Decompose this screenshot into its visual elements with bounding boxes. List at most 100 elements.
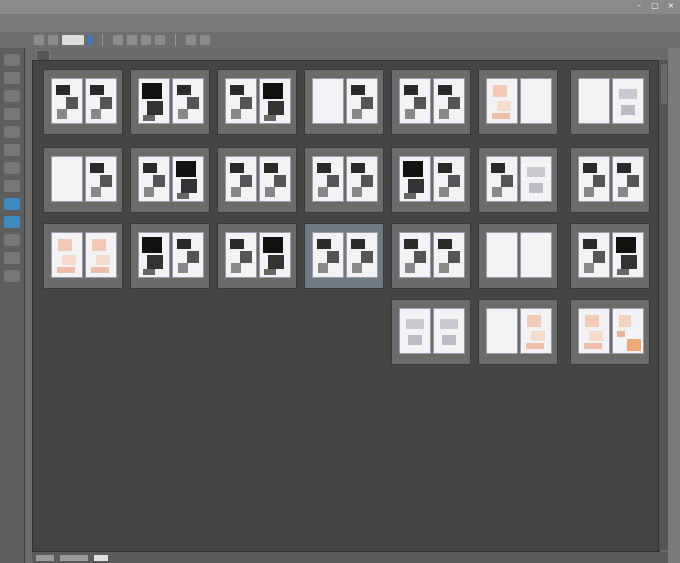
tool-button[interactable] [4,108,20,120]
page-thumbnail-right[interactable] [172,156,204,202]
page-spread-thumbnail[interactable] [304,223,384,289]
option-icon[interactable] [34,35,44,45]
page-thumbnail-right[interactable] [520,308,552,354]
page-thumbnail-left[interactable] [225,156,257,202]
page-thumbnail-right[interactable] [346,78,378,124]
page-thumbnail-left[interactable] [399,156,431,202]
page-thumbnail-right[interactable] [433,78,465,124]
option-icon[interactable] [48,35,58,45]
page-thumbnail-right[interactable] [172,232,204,278]
page-thumbnail-left[interactable] [399,232,431,278]
page-thumbnail-right[interactable] [433,156,465,202]
page-thumbnail-left[interactable] [312,156,344,202]
page-spread-thumbnail[interactable] [478,147,558,213]
tool-button[interactable] [4,72,20,84]
page-thumbnail-left[interactable] [399,78,431,124]
page-thumbnail-right[interactable] [612,232,644,278]
page-spread-thumbnail[interactable] [391,147,471,213]
page-thumbnail-left[interactable] [399,308,431,354]
page-spread-thumbnail[interactable] [130,223,210,289]
page-spread-thumbnail[interactable] [43,147,123,213]
page-spread-thumbnail[interactable] [478,69,558,135]
tool-button[interactable] [4,54,20,66]
page-thumbnail-right[interactable] [259,78,291,124]
tool-button[interactable] [4,162,20,174]
active-option-button[interactable] [62,35,84,45]
page-thumbnail-right[interactable] [346,232,378,278]
option-icon[interactable] [200,35,210,45]
tool-button[interactable] [4,234,20,246]
tool-button[interactable] [4,270,20,282]
active-tool-button[interactable] [4,198,20,210]
page-thumbnail-right[interactable] [520,78,552,124]
page-spread-thumbnail[interactable] [478,223,558,289]
page-spread-thumbnail[interactable] [391,299,471,365]
tool-button[interactable] [4,90,20,102]
tool-button[interactable] [4,126,20,138]
page-thumbnail-right[interactable] [346,156,378,202]
page-spread-thumbnail[interactable] [570,69,650,135]
page-spread-thumbnail[interactable] [478,299,558,365]
page-thumbnail-left[interactable] [486,232,518,278]
page-thumbnail-right[interactable] [85,78,117,124]
page-thumbnail-left[interactable] [225,78,257,124]
page-thumbnail-left[interactable] [578,308,610,354]
maximize-button[interactable]: □ [650,1,660,11]
scrollbar-thumb[interactable] [661,64,667,104]
page-thumbnail-right[interactable] [259,232,291,278]
page-thumbnail-right[interactable] [433,232,465,278]
page-thumbnail-left[interactable] [138,232,170,278]
page-spread-thumbnail[interactable] [130,147,210,213]
page-thumbnail-right[interactable] [433,308,465,354]
page-spread-thumbnail[interactable] [391,69,471,135]
page-thumbnail-left[interactable] [225,232,257,278]
page-thumbnail-left[interactable] [486,156,518,202]
option-icon[interactable] [141,35,151,45]
page-spread-thumbnail[interactable] [570,147,650,213]
option-icon[interactable] [186,35,196,45]
page-spread-thumbnail[interactable] [391,223,471,289]
page-thumbnail-left[interactable] [578,78,610,124]
page-spread-thumbnail[interactable] [304,147,384,213]
page-thumbnail-left[interactable] [51,78,83,124]
page-spread-thumbnail[interactable] [570,223,650,289]
page-thumbnail-right[interactable] [172,78,204,124]
page-thumbnail-right[interactable] [85,156,117,202]
page-spread-thumbnail[interactable] [217,223,297,289]
tool-button[interactable] [4,180,20,192]
page-thumbnail-left[interactable] [312,78,344,124]
color-indicator-icon[interactable] [88,35,92,45]
minimize-button[interactable]: – [634,1,644,11]
page-thumbnail-left[interactable] [312,232,344,278]
page-thumbnail-left[interactable] [51,232,83,278]
page-thumbnail-right[interactable] [85,232,117,278]
page-thumbnail-right[interactable] [612,156,644,202]
tool-button[interactable] [4,252,20,264]
page-thumbnail-left[interactable] [486,308,518,354]
page-spread-thumbnail[interactable] [304,69,384,135]
page-thumbnail-left[interactable] [578,232,610,278]
page-thumbnail-left[interactable] [138,156,170,202]
active-tool-button[interactable] [4,216,20,228]
page-spread-thumbnail[interactable] [217,69,297,135]
page-thumbnail-left[interactable] [578,156,610,202]
option-icon[interactable] [113,35,123,45]
option-icon[interactable] [155,35,165,45]
page-spread-thumbnail[interactable] [43,69,123,135]
page-thumbnail-left[interactable] [486,78,518,124]
close-button[interactable]: × [666,1,676,11]
page-thumbnail-right[interactable] [612,78,644,124]
page-thumbnail-left[interactable] [51,156,83,202]
status-item[interactable] [94,554,108,561]
page-spread-thumbnail[interactable] [130,69,210,135]
option-icon[interactable] [127,35,137,45]
page-thumbnail-left[interactable] [138,78,170,124]
tool-button[interactable] [4,144,20,156]
page-thumbnail-right[interactable] [259,156,291,202]
page-thumbnail-right[interactable] [520,232,552,278]
page-spread-thumbnail[interactable] [217,147,297,213]
page-spread-thumbnail[interactable] [570,299,650,365]
page-manager-workspace[interactable] [32,60,660,552]
page-thumbnail-right[interactable] [520,156,552,202]
page-spread-thumbnail[interactable] [43,223,123,289]
